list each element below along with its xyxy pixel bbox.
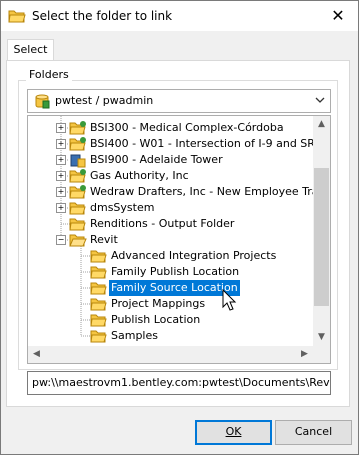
tree-item-label: Project Mappings <box>111 297 206 310</box>
folder-icon <box>90 314 107 327</box>
tree-item-label: Publish Location <box>111 313 201 326</box>
cancel-button-label: Cancel <box>294 425 333 438</box>
horizontal-scrollbar[interactable]: ◀ ▶ <box>28 346 313 363</box>
tree-item[interactable]: + BSI900 - Adelaide Tower <box>28 152 313 168</box>
folder-icon <box>90 298 107 311</box>
folder-icon <box>90 330 107 343</box>
folder-path-value: pw:\\maestrovm1.bentley.com:pwtest\Docum… <box>32 376 331 389</box>
tree-item[interactable]: Advanced Integration Projects <box>28 248 313 264</box>
expand-icon[interactable]: + <box>56 187 66 197</box>
expand-icon[interactable]: + <box>56 139 66 149</box>
tree-item-label: Family Publish Location <box>111 265 240 278</box>
tree-item[interactable]: Renditions - Output Folder <box>28 216 313 232</box>
cancel-button[interactable]: Cancel <box>275 420 352 445</box>
tree-item[interactable]: + BSI300 - Medical Complex-Córdoba <box>28 120 313 136</box>
folder-link-icon <box>8 10 26 23</box>
project-building-icon <box>70 154 86 168</box>
scrollbar-corner <box>313 346 330 363</box>
vertical-scrollbar[interactable]: ▲ ▼ <box>313 116 330 346</box>
folder-icon <box>90 282 107 295</box>
close-button[interactable]: ✕ <box>327 6 349 26</box>
project-folder-icon <box>69 121 86 135</box>
tree-item-label: Samples <box>111 329 158 342</box>
title-bar: Select the folder to link ✕ <box>1 1 358 31</box>
folders-group-label: Folders <box>26 68 72 81</box>
datasource-dropdown[interactable]: pwtest / pwadmin <box>27 89 331 113</box>
tree-item-selected[interactable]: Family Source Location <box>28 279 313 297</box>
tree-item-label: Family Source Location <box>108 279 241 297</box>
tree-item[interactable]: Project Mappings <box>28 296 313 312</box>
tree-item-label: Revit <box>90 233 118 246</box>
folder-icon <box>90 250 107 263</box>
chevron-down-icon[interactable] <box>315 95 325 105</box>
folder-icon <box>69 202 86 215</box>
tree-item[interactable]: + dmsSystem <box>28 200 313 216</box>
datasource-icon <box>35 94 50 109</box>
tree-item[interactable]: − Revit <box>28 232 313 248</box>
tree-item-label: BSI300 - Medical Complex-Córdoba <box>90 121 284 134</box>
tree-item-label: dmsSystem <box>90 201 155 214</box>
window-title: Select the folder to link <box>32 9 173 23</box>
folder-open-icon <box>69 234 87 247</box>
tree-item[interactable]: Samples <box>28 328 313 344</box>
tree-item[interactable]: + Wedraw Drafters, Inc - New Employee Tr… <box>28 184 330 200</box>
tree-item[interactable]: Publish Location <box>28 312 313 328</box>
folder-path-field[interactable]: pw:\\maestrovm1.bentley.com:pwtest\Docum… <box>27 371 331 395</box>
folder-tree[interactable]: + BSI300 - Medical Complex-Córdoba + BSI… <box>27 115 331 364</box>
mouse-pointer-icon <box>222 289 237 311</box>
tree-item-label: Gas Authority, Inc <box>90 169 189 182</box>
tree-item-label: Renditions - Output Folder <box>90 217 235 230</box>
vertical-scroll-thumb[interactable] <box>314 168 329 306</box>
collapse-icon[interactable]: − <box>56 235 66 245</box>
expand-icon[interactable]: + <box>56 171 66 181</box>
project-folder-icon <box>69 185 86 199</box>
project-folder-icon <box>69 137 86 151</box>
tree-item-label: BSI400 - W01 - Intersection of I-9 and S… <box>90 137 331 150</box>
tree-item-label: Advanced Integration Projects <box>111 249 277 262</box>
datasource-value: pwtest / pwadmin <box>55 94 154 107</box>
tree-item[interactable]: + BSI400 - W01 - Intersection of I-9 and… <box>28 136 330 152</box>
scroll-up-arrow-icon[interactable]: ▲ <box>313 116 330 133</box>
ok-button-label: OK <box>225 425 242 438</box>
expand-icon[interactable]: + <box>56 123 66 133</box>
tree-item[interactable]: + Gas Authority, Inc <box>28 168 313 184</box>
project-folder-icon <box>69 169 86 183</box>
tree-item[interactable]: Family Publish Location <box>28 264 313 280</box>
folder-icon <box>90 266 107 279</box>
scroll-down-arrow-icon[interactable]: ▼ <box>313 329 330 346</box>
tab-select[interactable]: Select <box>7 39 54 62</box>
expand-icon[interactable]: + <box>56 155 66 165</box>
ok-button[interactable]: OK <box>195 420 272 445</box>
expand-icon[interactable]: + <box>56 203 66 213</box>
tree-item-label: BSI900 - Adelaide Tower <box>90 153 223 166</box>
tree-item-label: Wedraw Drafters, Inc - New Employee Trai… <box>90 185 331 198</box>
scroll-right-arrow-icon[interactable]: ▶ <box>296 346 313 363</box>
scroll-left-arrow-icon[interactable]: ◀ <box>28 346 45 363</box>
folder-icon <box>69 218 86 231</box>
